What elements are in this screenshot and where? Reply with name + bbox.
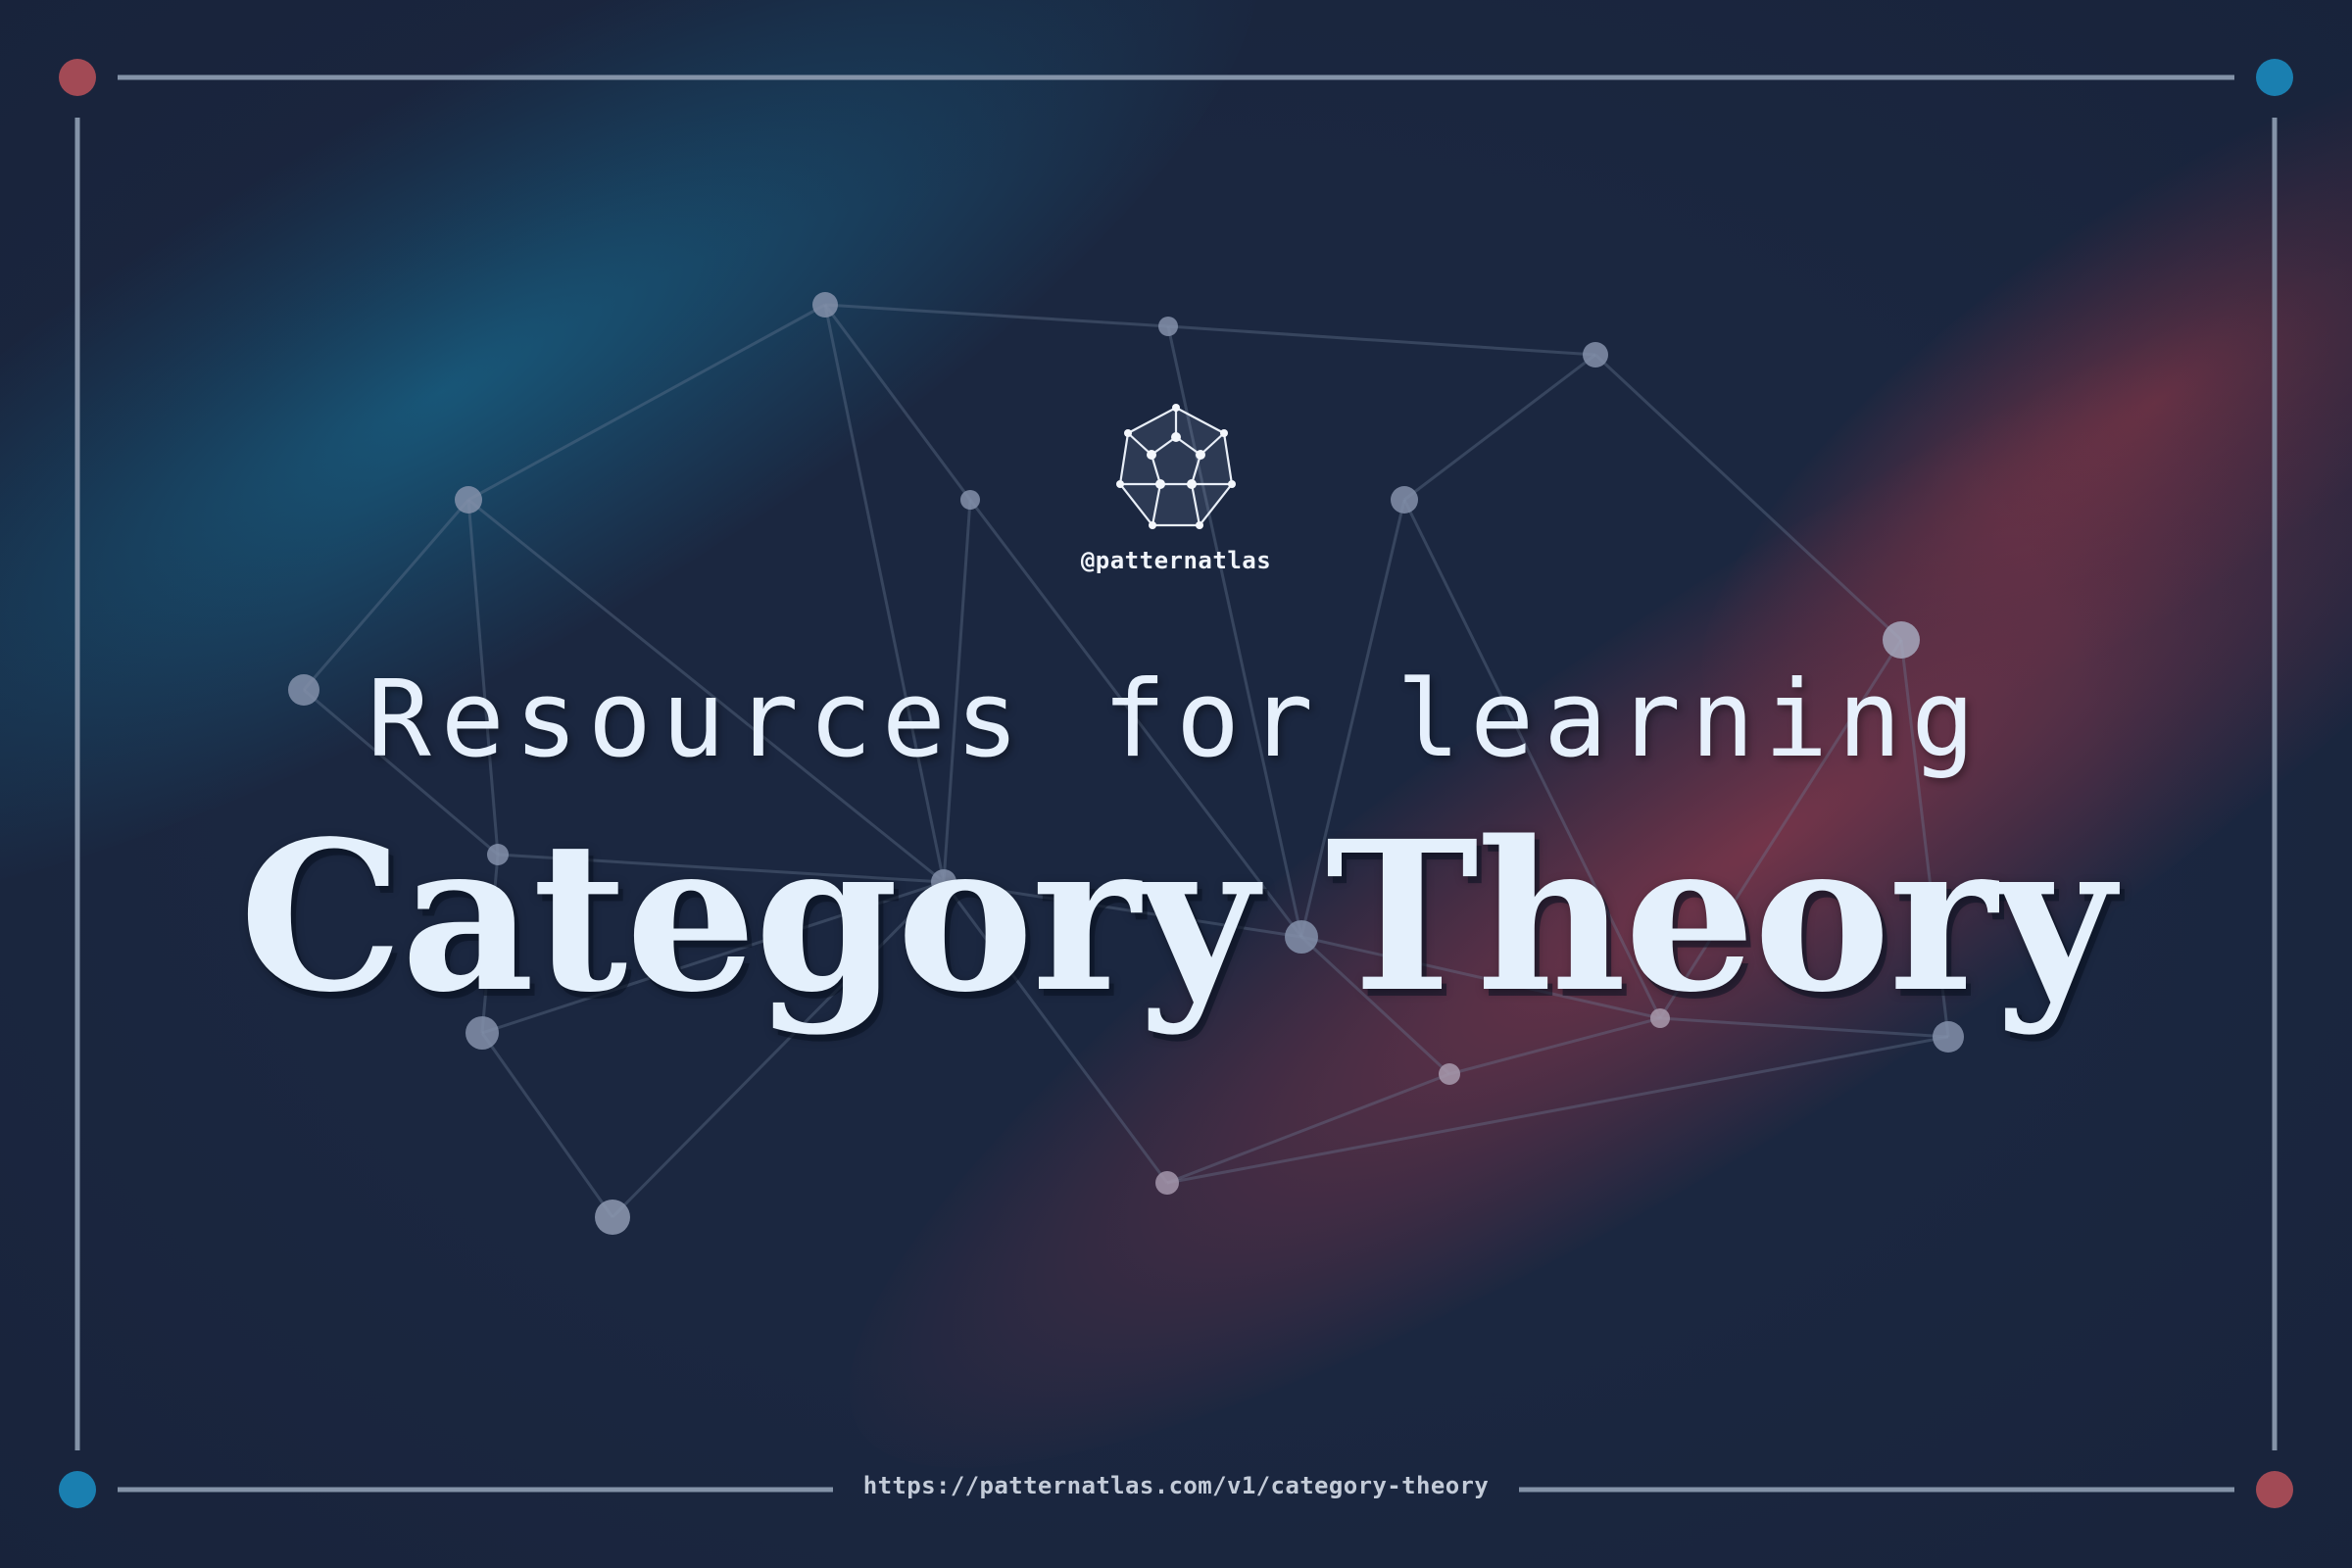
handle-label: @patternatlas bbox=[1080, 547, 1272, 574]
title-line-2: Category Theory bbox=[239, 796, 2115, 1038]
corner-dot-blue bbox=[2256, 59, 2293, 96]
frame-lines bbox=[74, 74, 2278, 1493]
title-line-1: Resources for learning bbox=[367, 659, 1985, 781]
dodecahedron-graph-icon bbox=[1116, 404, 1236, 529]
footer-url: https://patternatlas.com/v1/category-the… bbox=[862, 1472, 1490, 1499]
frame bbox=[59, 59, 2293, 1508]
corner-dot-red bbox=[59, 59, 96, 96]
poster-canvas: @patternatlas Resources for learning Cat… bbox=[0, 0, 2352, 1568]
